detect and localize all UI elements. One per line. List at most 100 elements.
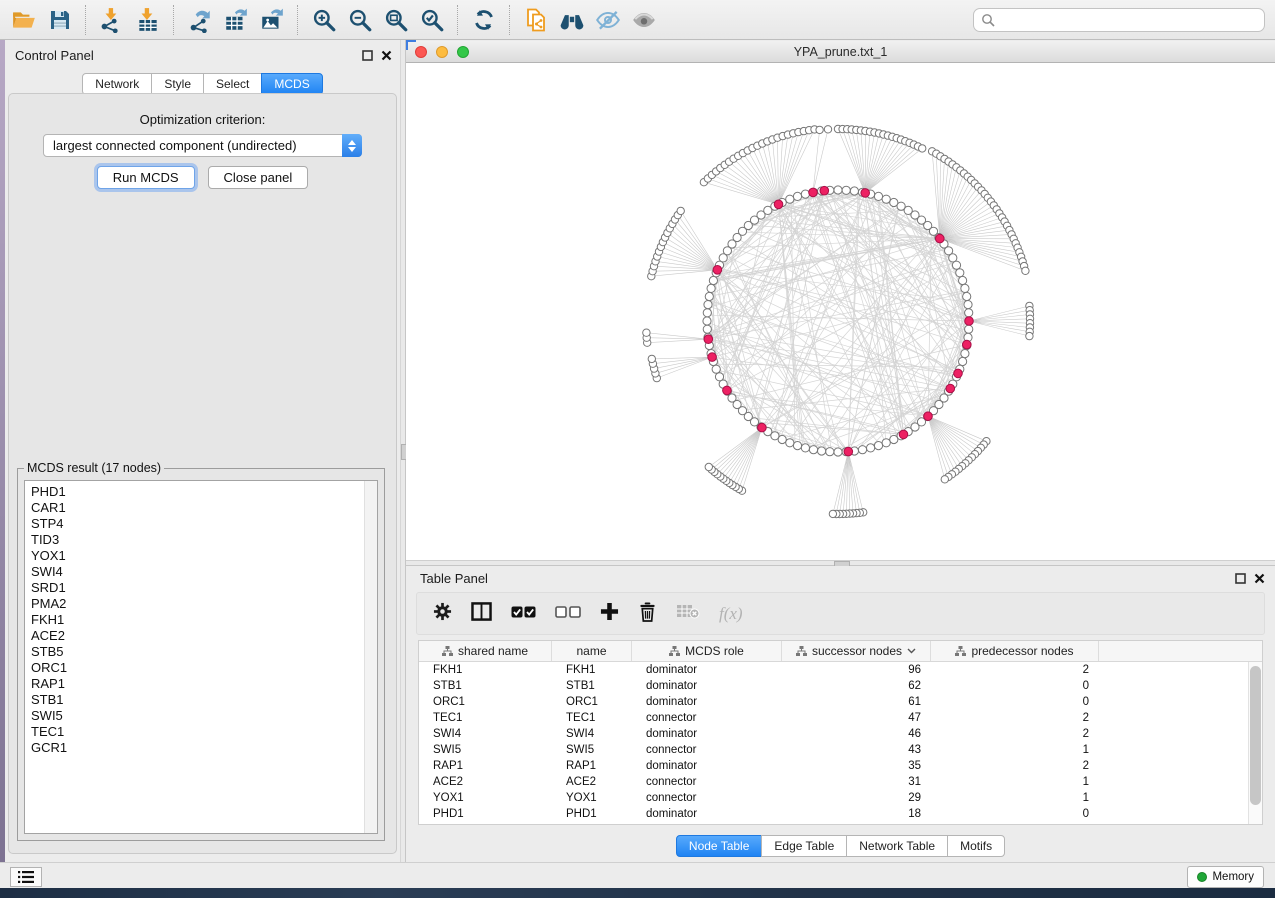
settings-gear-button[interactable] [433,602,452,626]
graph-node[interactable] [964,301,972,309]
graph-hub-node[interactable] [809,188,818,197]
deselect-all-button[interactable] [555,605,581,623]
mcds-result-item[interactable]: STB1 [31,692,377,708]
graph-node[interactable] [703,317,711,325]
mcds-result-item[interactable]: SRD1 [31,580,377,596]
graph-node[interactable] [941,476,948,483]
graph-node[interactable] [818,447,826,455]
graph-hub-node[interactable] [954,369,963,378]
zoom-fit-button[interactable] [378,3,414,37]
graph-node[interactable] [826,448,834,456]
tab-select[interactable]: Select [203,73,262,95]
table-row[interactable]: PHD1PHD1dominator180 [419,806,1262,822]
table-row[interactable]: FKH1FKH1dominator962 [419,662,1262,678]
table-row[interactable]: TEC1TEC1connector472 [419,710,1262,726]
add-column-button[interactable] [600,602,619,626]
close-panel-icon[interactable] [1254,571,1265,589]
close-panel-button[interactable]: Close panel [208,166,309,189]
graph-node[interactable] [959,357,967,365]
toggle-columns-button[interactable] [471,602,492,626]
graph-node[interactable] [824,126,831,133]
tab-edge-table[interactable]: Edge Table [761,835,847,857]
graph-node[interactable] [965,325,973,333]
graph-hub-node[interactable] [946,384,955,393]
network-canvas[interactable] [406,63,1275,560]
hide-selected-button[interactable] [590,3,626,37]
graph-node[interactable] [703,309,711,317]
table-row[interactable]: RAP1RAP1dominator352 [419,758,1262,774]
graph-node[interactable] [703,325,711,333]
graph-node[interactable] [704,301,712,309]
graph-hub-node[interactable] [704,335,713,344]
open-session-button[interactable] [6,3,42,37]
tab-style[interactable]: Style [151,73,204,95]
graph-node[interactable] [961,350,969,358]
search-input[interactable] [1000,12,1264,28]
mcds-list-scrollbar[interactable] [364,481,377,833]
table-row[interactable]: ACE2ACE2connector311 [419,774,1262,790]
graph-node[interactable] [956,269,964,277]
delete-column-button[interactable] [638,601,657,627]
zoom-out-button[interactable] [342,3,378,37]
graph-node[interactable] [1022,267,1029,274]
graph-node[interactable] [890,435,898,443]
memory-button[interactable]: Memory [1187,866,1264,888]
export-network-button[interactable] [182,3,218,37]
graph-node[interactable] [643,329,650,336]
graph-node[interactable] [809,446,817,454]
graph-node[interactable] [882,195,890,203]
mcds-result-item[interactable]: SWI4 [31,564,377,580]
graph-node[interactable] [707,284,715,292]
graph-hub-node[interactable] [820,186,829,195]
mcds-result-item[interactable]: TID3 [31,532,377,548]
mcds-result-item[interactable]: PMA2 [31,596,377,612]
graph-node[interactable] [850,187,858,195]
graph-node[interactable] [705,292,713,300]
graph-hub-node[interactable] [723,386,732,395]
graph-node[interactable] [677,207,684,214]
column-header-shared-name[interactable]: shared name [419,641,552,661]
mcds-result-item[interactable]: GCR1 [31,740,377,756]
select-all-button[interactable] [511,605,536,623]
graph-hub-node[interactable] [899,430,908,439]
tab-network-table[interactable]: Network Table [846,835,948,857]
graph-hub-node[interactable] [758,423,767,432]
refresh-view-button[interactable] [466,3,502,37]
graph-node[interactable] [816,126,823,133]
graph-node[interactable] [952,261,960,269]
show-all-button[interactable] [626,3,662,37]
network-titlebar[interactable]: YPA_prune.txt_1 [406,41,1275,63]
zoom-in-button[interactable] [306,3,342,37]
table-scrollbar[interactable] [1248,662,1262,824]
graph-node[interactable] [786,195,794,203]
graph-node[interactable] [715,373,723,381]
graph-hub-node[interactable] [708,353,717,362]
column-header-name[interactable]: name [552,641,632,661]
import-table-button[interactable] [130,3,166,37]
tab-network[interactable]: Network [82,73,152,95]
delete-table-button[interactable] [676,603,700,624]
graph-hub-node[interactable] [965,317,974,326]
mcds-result-item[interactable]: PHD1 [31,484,377,500]
export-table-button[interactable] [218,3,254,37]
mcds-result-item[interactable]: STP4 [31,516,377,532]
zoom-selected-button[interactable] [414,3,450,37]
mcds-result-item[interactable]: FKH1 [31,612,377,628]
tab-node-table[interactable]: Node Table [676,835,763,857]
table-row[interactable]: STB1STB1dominator620 [419,678,1262,694]
float-panel-icon[interactable] [362,48,373,66]
task-history-button[interactable] [10,867,42,887]
mcds-result-item[interactable]: TEC1 [31,724,377,740]
graph-node[interactable] [842,186,850,194]
graph-node[interactable] [858,446,866,454]
graph-node[interactable] [786,439,794,447]
graph-hub-node[interactable] [924,412,933,421]
table-row[interactable]: YOX1YOX1connector291 [419,790,1262,806]
graph-hub-node[interactable] [713,266,722,275]
mcds-result-item[interactable]: STB5 [31,644,377,660]
tab-mcds[interactable]: MCDS [261,73,322,95]
graph-node[interactable] [959,276,967,284]
graph-node[interactable] [961,284,969,292]
float-panel-icon[interactable] [1235,571,1246,589]
column-header-predecessor-nodes[interactable]: predecessor nodes [931,641,1099,661]
